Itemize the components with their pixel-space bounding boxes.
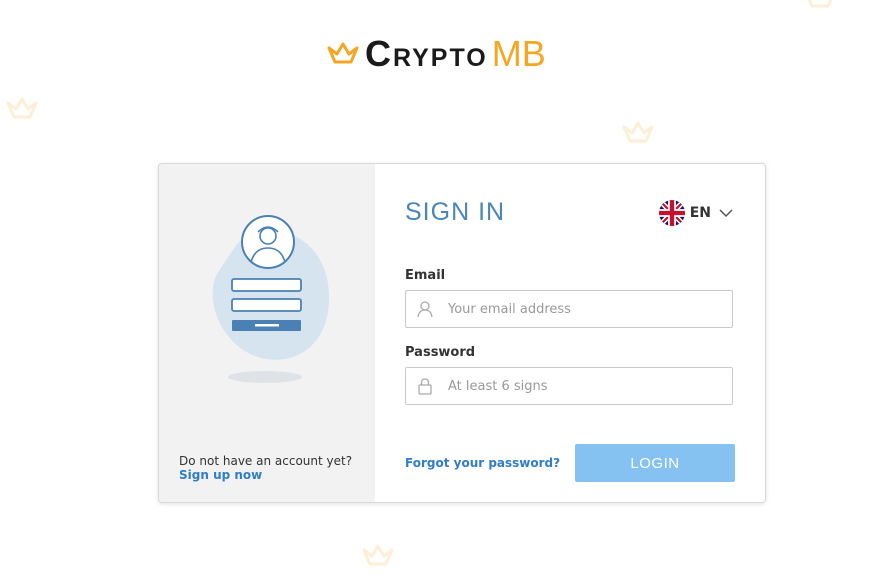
- illustration-panel: Do not have an account yet? Sign up now: [159, 164, 375, 502]
- login-button[interactable]: LOGIN: [575, 444, 735, 482]
- brand-name-part2: MB: [491, 33, 546, 74]
- page-title: SIGN IN: [405, 198, 506, 226]
- user-login-illustration-icon: [207, 214, 331, 386]
- background-logo-mark-icon: [6, 93, 38, 125]
- user-icon: [416, 300, 434, 318]
- language-code: EN: [689, 205, 711, 221]
- password-input[interactable]: [446, 377, 732, 395]
- background-logo-mark-icon: [362, 540, 394, 572]
- forgot-password-link[interactable]: Forgot your password?: [405, 456, 560, 470]
- logo-mark-icon: [327, 38, 359, 70]
- signin-card: Do not have an account yet? Sign up now …: [158, 163, 766, 503]
- password-field-wrapper: [405, 367, 733, 405]
- signup-question: Do not have an account yet?: [179, 454, 353, 468]
- background-logo-mark-icon: [804, 0, 836, 14]
- brand-name-part1: Crypto: [365, 33, 488, 74]
- language-selector[interactable]: EN: [658, 200, 733, 226]
- signin-form: SIGN IN EN Email Passwo: [375, 164, 765, 502]
- signup-prompt: Do not have an account yet? Sign up now: [179, 454, 352, 482]
- email-field-wrapper: [405, 290, 733, 328]
- background-logo-mark-icon: [622, 117, 654, 149]
- brand-logo[interactable]: Crypto MB: [327, 33, 546, 74]
- email-label: Email: [405, 268, 446, 283]
- lock-icon: [416, 377, 434, 395]
- chevron-down-icon: [719, 209, 733, 218]
- email-input[interactable]: [446, 300, 732, 318]
- password-label: Password: [405, 345, 476, 360]
- uk-flag-icon: [658, 200, 685, 226]
- signup-link[interactable]: Sign up now: [179, 468, 352, 482]
